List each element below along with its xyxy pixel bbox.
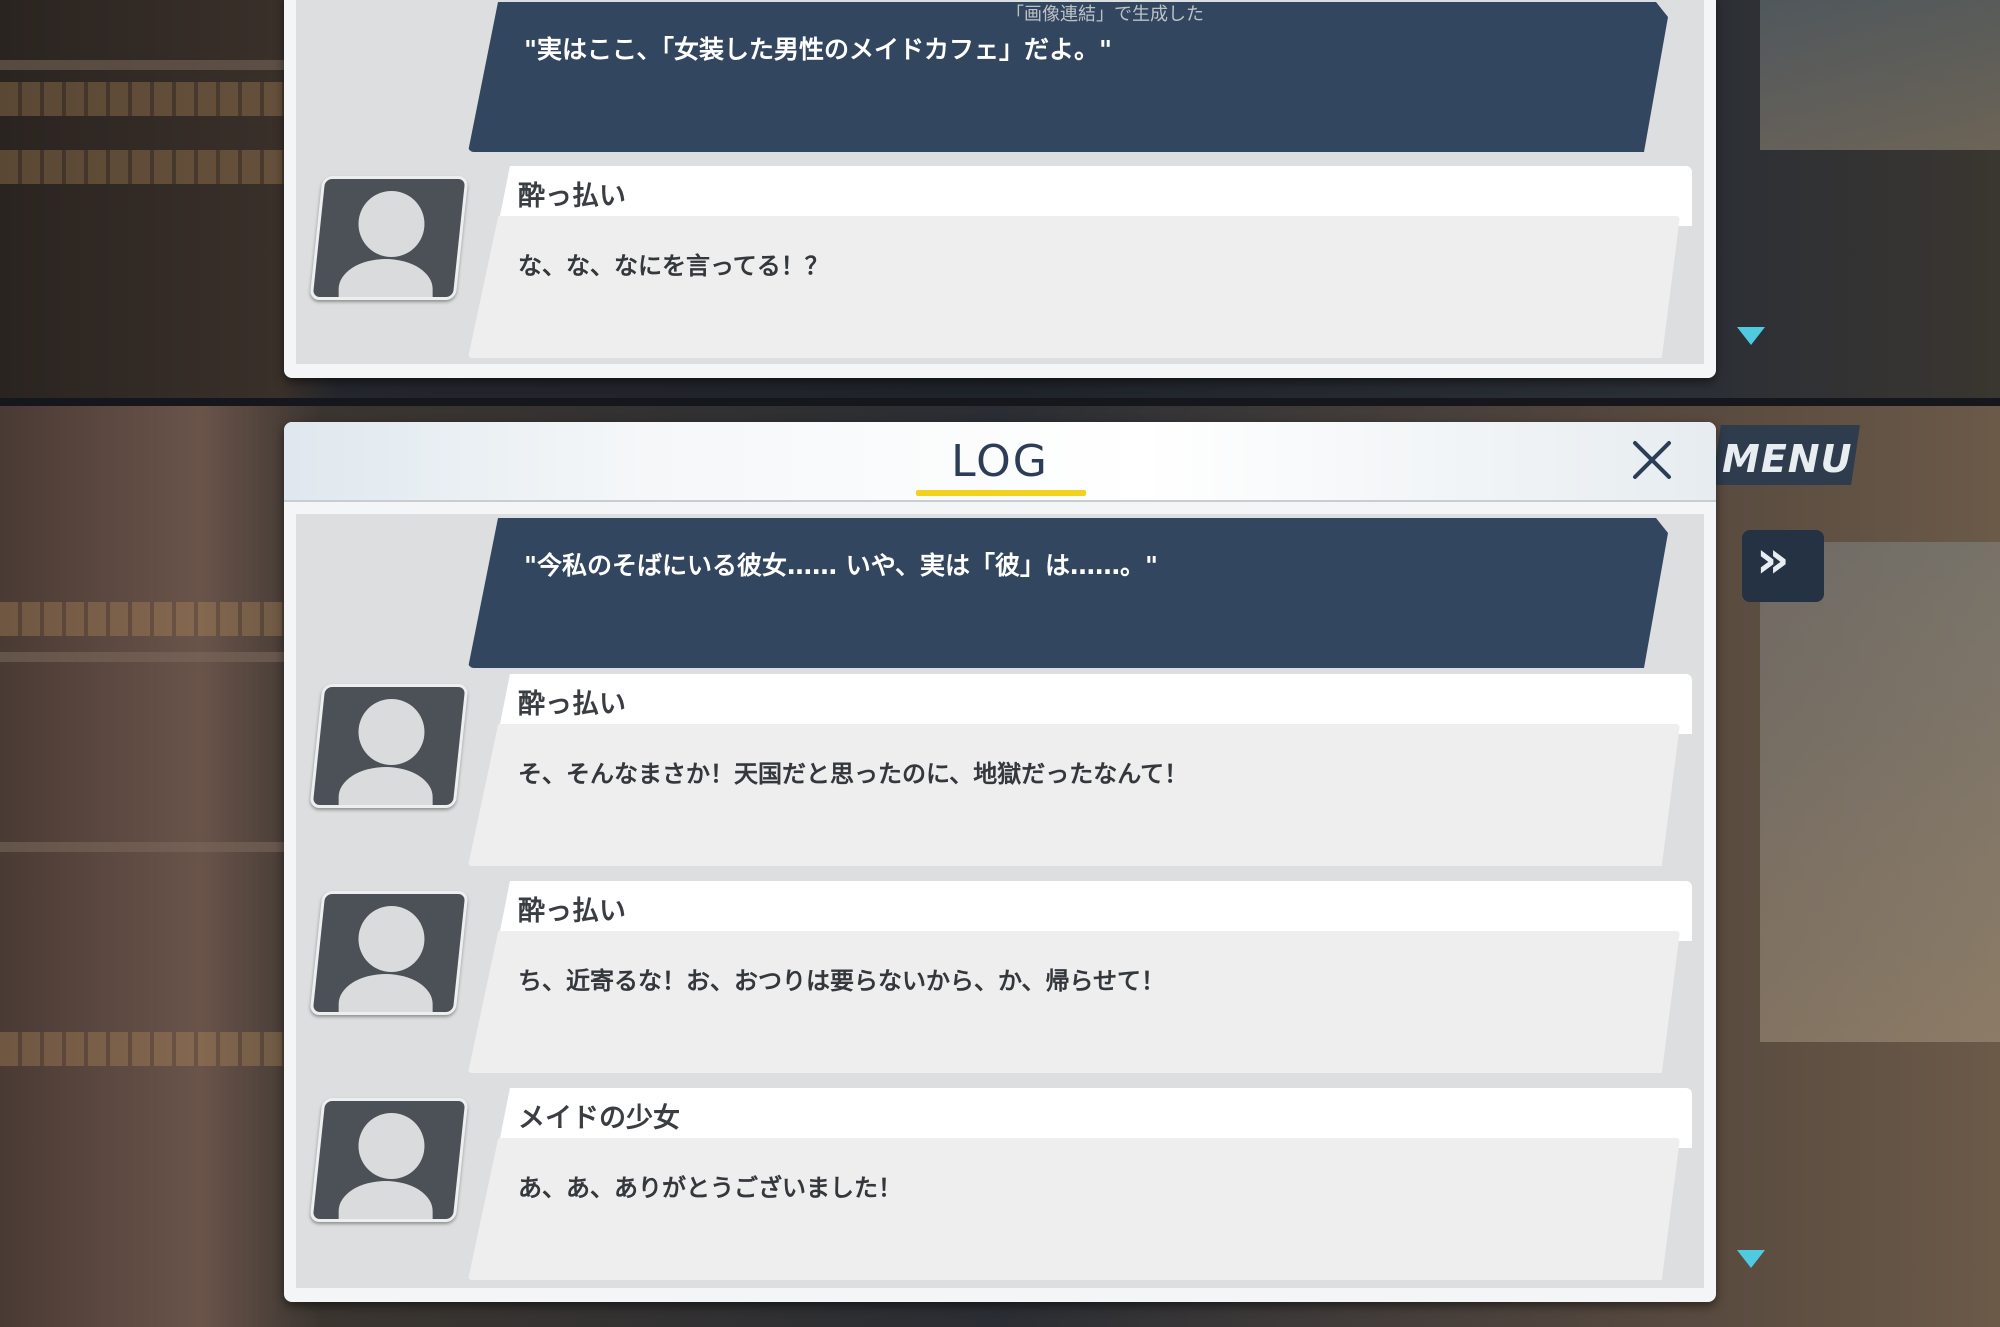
message-text: な、な、なにを言ってる！？ xyxy=(518,252,829,280)
shelf-books xyxy=(0,602,284,636)
speaker-name: メイドの少女 xyxy=(518,1103,680,1134)
speaker-name: 酔っ払い xyxy=(518,689,626,720)
log-entry: 酔っ払い そ、そんなまさか！天国だと思ったのに、地獄だったなんて！ xyxy=(309,674,1692,869)
shelf-pastries xyxy=(0,82,284,116)
avatar-placeholder-icon xyxy=(309,684,469,808)
avatar-placeholder-icon xyxy=(309,1098,469,1222)
message-text: ち、近寄るな！お、おつりは要らないから、か、帰らせて！ xyxy=(518,967,1166,995)
message-box xyxy=(468,931,1680,1073)
shelf xyxy=(0,842,284,852)
avatar-placeholder-icon xyxy=(309,176,469,300)
log-entry: 酔っ払い な、な、なにを言ってる！？ xyxy=(309,166,1692,361)
narration-text: "実はここ、「女装した男性のメイドカフェ」だよ。" xyxy=(524,35,1113,64)
narration-box: "今私のそばにいる彼女…… いや、実は「彼」は……。" xyxy=(468,518,1668,668)
narration-text: "今私のそばにいる彼女…… いや、実は「彼」は……。" xyxy=(524,551,1159,580)
cafe-window xyxy=(1760,0,2000,150)
menu-label: MENU xyxy=(1722,437,1853,481)
cafe-window xyxy=(1760,542,2000,1042)
watermark: 「画像連結」で生成した xyxy=(1006,4,1204,25)
shelf-pastries xyxy=(0,1032,284,1066)
message-box xyxy=(468,216,1680,358)
next-arrow-icon[interactable] xyxy=(1737,1250,1765,1268)
title-underline xyxy=(916,490,1086,496)
message-box xyxy=(468,1138,1680,1280)
shelf xyxy=(0,60,284,70)
speaker-name: 酔っ払い xyxy=(518,181,626,212)
next-arrow-icon[interactable] xyxy=(1737,327,1765,345)
message-text: そ、そんなまさか！天国だと思ったのに、地獄だったなんて！ xyxy=(518,760,1189,788)
message-box xyxy=(468,724,1680,866)
speaker-name: 酔っ払い xyxy=(518,896,626,927)
fast-forward-icon: » xyxy=(1756,530,1790,590)
log-entry: メイドの少女 あ、あ、ありがとうございました！ xyxy=(309,1088,1692,1283)
message-text: あ、あ、ありがとうございました！ xyxy=(518,1174,902,1202)
shelf-pastries xyxy=(0,150,284,184)
log-header: LOG xyxy=(284,422,1716,502)
close-icon[interactable] xyxy=(1628,436,1676,484)
shelf xyxy=(0,652,284,662)
screenshot-divider xyxy=(0,398,2000,406)
log-title: LOG xyxy=(951,436,1049,487)
log-entry: 酔っ払い ち、近寄るな！お、おつりは要らないから、か、帰らせて！ xyxy=(309,881,1692,1076)
avatar-placeholder-icon xyxy=(309,891,469,1015)
